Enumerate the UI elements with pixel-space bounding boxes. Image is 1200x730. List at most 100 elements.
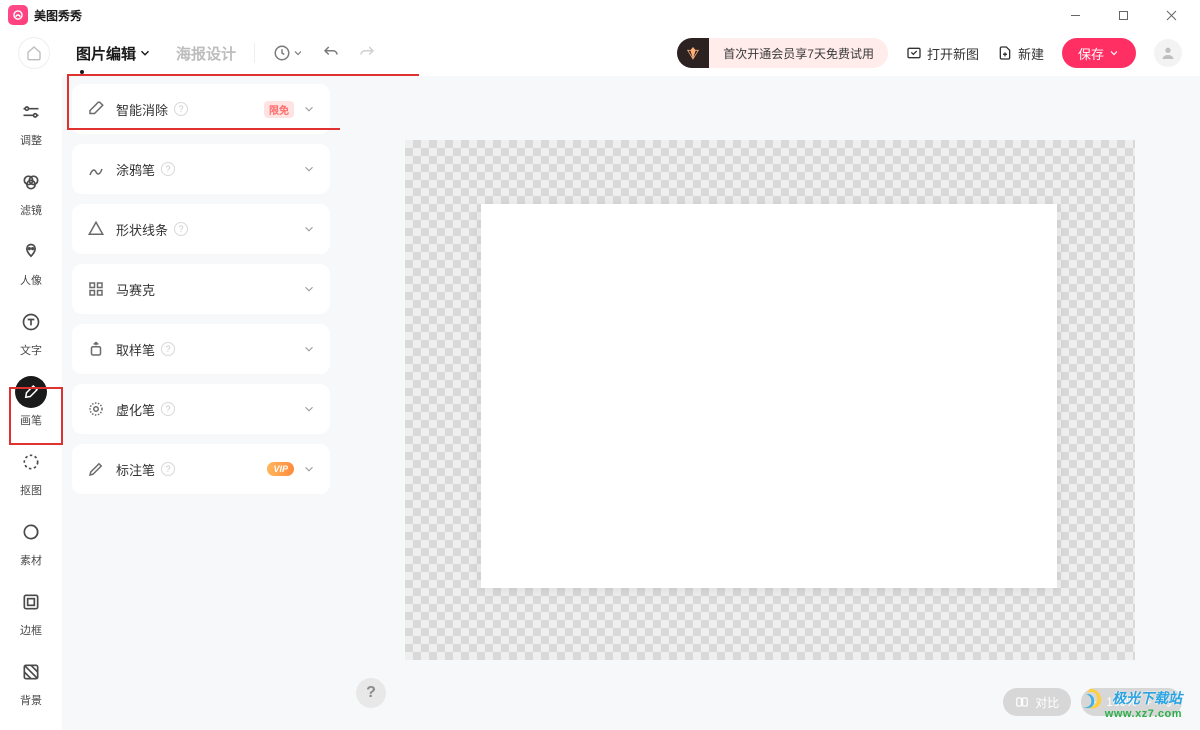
vip-trial-text: 首次开通会员享7天免费试用 bbox=[709, 38, 888, 68]
rail-item-portrait[interactable]: 人像 bbox=[10, 236, 52, 288]
background-icon bbox=[15, 656, 47, 688]
toolbar: 图片编辑 海报设计 首次开通会员享7天免费试用 打开新图 bbox=[0, 30, 1200, 76]
rail-label: 人像 bbox=[20, 272, 42, 288]
blur-icon bbox=[86, 400, 106, 418]
sliders-icon bbox=[15, 96, 47, 128]
rail-label: 素材 bbox=[20, 552, 42, 568]
panel-card-sample[interactable]: 取样笔 ? bbox=[72, 324, 330, 374]
rail-label: 抠图 bbox=[20, 482, 42, 498]
canvas-document[interactable] bbox=[481, 204, 1057, 588]
mode-tab-image-edit[interactable]: 图片编辑 bbox=[76, 43, 152, 64]
expand-icon[interactable] bbox=[1160, 696, 1172, 708]
chevron-down-icon bbox=[302, 342, 316, 356]
history-button[interactable] bbox=[273, 44, 304, 62]
rail-item-frame[interactable]: 边框 bbox=[10, 586, 52, 638]
frame-icon bbox=[15, 586, 47, 618]
chevron-down-icon bbox=[302, 162, 316, 176]
rail-label: 背景 bbox=[20, 692, 42, 708]
left-rail: 调整 滤镜 人像 文字 画笔 抠图 素材 边框 bbox=[0, 76, 62, 730]
help-icon[interactable]: ? bbox=[161, 342, 175, 356]
new-button[interactable]: 新建 bbox=[997, 44, 1044, 63]
open-label: 打开新图 bbox=[927, 44, 979, 63]
matting-icon bbox=[15, 446, 47, 478]
zoom-out-icon[interactable]: − bbox=[1091, 695, 1098, 709]
help-fab[interactable]: ? bbox=[356, 678, 386, 708]
panel-label: 取样笔 bbox=[116, 340, 155, 359]
new-file-icon bbox=[997, 45, 1013, 61]
shape-icon bbox=[86, 220, 106, 238]
panel-label: 虚化笔 bbox=[116, 400, 155, 419]
rail-item-filter[interactable]: 滤镜 bbox=[10, 166, 52, 218]
mode-tab-poster-design[interactable]: 海报设计 bbox=[176, 43, 236, 64]
brush-tool-panel: 智能消除 ? 限免 涂鸦笔 ? 形状线条 ? 马赛克 取样笔 ? bbox=[62, 76, 340, 730]
filter-icon bbox=[15, 166, 47, 198]
app-logo bbox=[8, 5, 28, 25]
redo-button[interactable] bbox=[358, 44, 376, 62]
material-icon bbox=[15, 516, 47, 548]
panel-label: 涂鸦笔 bbox=[116, 160, 155, 179]
rail-label: 调整 bbox=[20, 132, 42, 148]
title-bar: 美图秀秀 bbox=[0, 0, 1200, 30]
sample-icon bbox=[86, 340, 106, 358]
chevron-down-icon bbox=[302, 102, 316, 116]
help-icon[interactable]: ? bbox=[174, 222, 188, 236]
window-maximize[interactable] bbox=[1108, 5, 1138, 25]
panel-card-mosaic[interactable]: 马赛克 bbox=[72, 264, 330, 314]
chevron-down-icon bbox=[302, 282, 316, 296]
window-close[interactable] bbox=[1156, 5, 1186, 25]
compare-icon bbox=[1015, 695, 1029, 709]
mosaic-icon bbox=[86, 280, 106, 298]
rail-item-adjust[interactable]: 调整 bbox=[10, 96, 52, 148]
rail-label: 文字 bbox=[20, 342, 42, 358]
zoom-in-icon[interactable]: + bbox=[1145, 695, 1152, 709]
window-minimize[interactable] bbox=[1060, 5, 1090, 25]
compare-button[interactable]: 对比 bbox=[1003, 688, 1071, 716]
vip-badge: VIP bbox=[267, 462, 294, 476]
panel-label: 形状线条 bbox=[116, 220, 168, 239]
panel-label: 标注笔 bbox=[116, 460, 155, 479]
help-icon[interactable]: ? bbox=[161, 462, 175, 476]
home-button[interactable] bbox=[18, 37, 50, 69]
open-image-button[interactable]: 打开新图 bbox=[906, 44, 979, 63]
canvas-area bbox=[340, 76, 1200, 730]
panel-label: 智能消除 bbox=[116, 100, 168, 119]
rail-label: 滤镜 bbox=[20, 202, 42, 218]
panel-card-doodle[interactable]: 涂鸦笔 ? bbox=[72, 144, 330, 194]
diamond-icon bbox=[677, 38, 709, 68]
chevron-down-icon bbox=[1108, 47, 1120, 59]
zoom-value: 100% bbox=[1106, 695, 1137, 709]
panel-card-shape[interactable]: 形状线条 ? bbox=[72, 204, 330, 254]
help-icon[interactable]: ? bbox=[174, 102, 188, 116]
rail-item-background[interactable]: 背景 bbox=[10, 656, 52, 708]
text-icon bbox=[15, 306, 47, 338]
app-title: 美图秀秀 bbox=[34, 7, 82, 24]
rail-label: 边框 bbox=[20, 622, 42, 638]
chevron-down-icon bbox=[302, 402, 316, 416]
rail-label: 画笔 bbox=[20, 412, 42, 428]
undo-button[interactable] bbox=[322, 44, 340, 62]
trial-badge: 限免 bbox=[264, 101, 294, 118]
help-icon[interactable]: ? bbox=[161, 162, 175, 176]
import-icon bbox=[906, 45, 922, 61]
canvas-checkerboard[interactable] bbox=[405, 140, 1135, 660]
mode-tab-label: 图片编辑 bbox=[76, 43, 136, 64]
panel-label: 马赛克 bbox=[116, 280, 155, 299]
toolbar-separator bbox=[254, 43, 255, 63]
doodle-icon bbox=[86, 160, 106, 178]
annotate-icon bbox=[86, 460, 106, 478]
rail-item-material[interactable]: 素材 bbox=[10, 516, 52, 568]
panel-card-smart-erase[interactable]: 智能消除 ? 限免 bbox=[72, 84, 330, 134]
eraser-icon bbox=[86, 100, 106, 118]
panel-card-blur[interactable]: 虚化笔 ? bbox=[72, 384, 330, 434]
panel-card-annotate[interactable]: 标注笔 ? VIP bbox=[72, 444, 330, 494]
help-icon[interactable]: ? bbox=[161, 402, 175, 416]
user-avatar[interactable] bbox=[1154, 39, 1182, 67]
rail-item-text[interactable]: 文字 bbox=[10, 306, 52, 358]
zoom-control[interactable]: − 100% + bbox=[1081, 688, 1182, 716]
rail-item-matting[interactable]: 抠图 bbox=[10, 446, 52, 498]
save-button[interactable]: 保存 bbox=[1062, 38, 1136, 68]
new-label: 新建 bbox=[1018, 44, 1044, 63]
portrait-icon bbox=[15, 236, 47, 268]
rail-item-brush[interactable]: 画笔 bbox=[10, 376, 52, 428]
vip-trial-pill[interactable]: 首次开通会员享7天免费试用 bbox=[677, 38, 888, 68]
